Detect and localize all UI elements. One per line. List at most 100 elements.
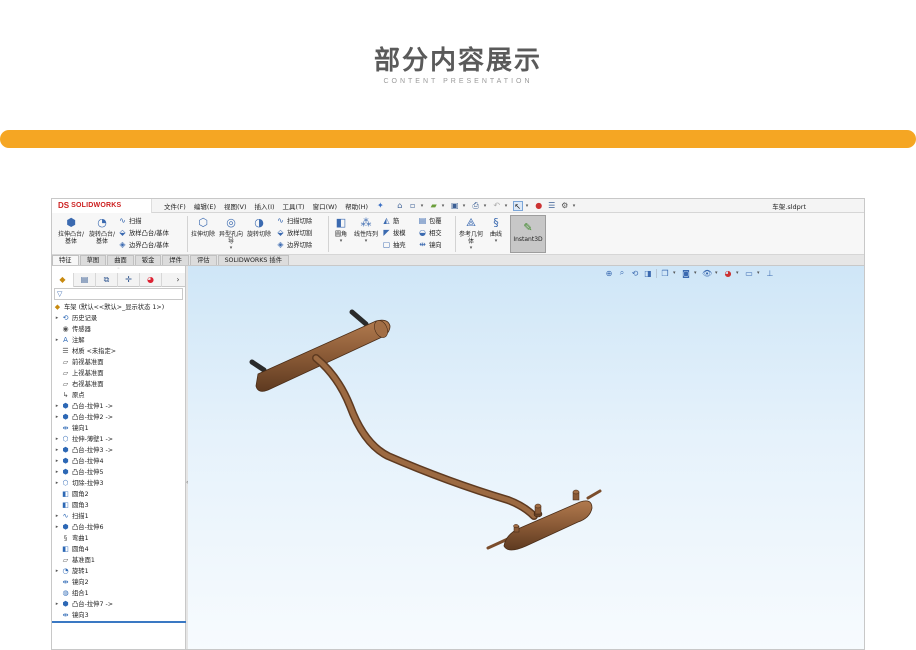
menu-help[interactable]: 帮助(H): [341, 201, 372, 211]
tree-node[interactable]: ◉ 传感器: [52, 324, 185, 335]
fillet-button[interactable]: ◧ 圆角 ▾: [331, 216, 351, 245]
sweep-button[interactable]: ∿ 扫描: [118, 216, 141, 225]
intersect-button[interactable]: ◒ 相交: [418, 228, 442, 237]
chevron-down-icon[interactable]: ▾: [458, 245, 484, 252]
chevron-down-icon[interactable]: ▾: [484, 203, 489, 209]
curves-button[interactable]: § 曲线 ▾: [486, 216, 506, 245]
tree-node[interactable]: ▱ 上视基准面: [52, 368, 185, 379]
tab-features[interactable]: 特征: [52, 255, 79, 265]
boundary-boss-button[interactable]: ◈ 边界凸台/基体: [118, 240, 168, 249]
tree-node[interactable]: ◧ 圆角4: [52, 544, 185, 555]
tree-node[interactable]: ▸ ⬢ 凸台-拉伸3 ->: [52, 445, 185, 456]
property-manager-tab-icon[interactable]: ▤: [74, 273, 96, 287]
menu-insert[interactable]: 插入(I): [251, 201, 279, 211]
sweep-cut-button[interactable]: ∿ 扫描切除: [276, 216, 312, 225]
file-properties-icon[interactable]: ☰: [547, 201, 557, 211]
display-manager-tab-icon[interactable]: ◕: [140, 273, 162, 287]
chevron-down-icon[interactable]: ▾: [526, 203, 531, 209]
tree-node[interactable]: ▸ ⟲ 历史记录: [52, 313, 185, 324]
tree-rollback-bar[interactable]: [52, 621, 186, 623]
chevron-down-icon[interactable]: ▾: [421, 203, 426, 209]
tab-sketch[interactable]: 草图: [79, 255, 107, 265]
tree-node[interactable]: ◧ 圆角3: [52, 500, 185, 511]
tree-node[interactable]: ▸ ⬢ 凸台-拉伸5: [52, 467, 185, 478]
left-crossbar[interactable]: [249, 309, 391, 392]
shell-button[interactable]: ▢ 抽壳: [382, 240, 406, 249]
tree-node[interactable]: ☰ 材质 <未指定>: [52, 346, 185, 357]
revolve-cut-button[interactable]: ◑ 旋转切除: [246, 216, 272, 238]
loft-button[interactable]: ⬙ 放样凸台/基体: [118, 228, 168, 237]
extrude-boss-button[interactable]: ⬢ 拉伸凸台/基体: [55, 216, 87, 245]
expand-arrow-icon[interactable]: ▸: [53, 456, 61, 467]
expand-arrow-icon[interactable]: ▸: [53, 445, 61, 456]
menu-tools[interactable]: 工具(T): [279, 201, 309, 211]
tree-node[interactable]: ▸ ⬢ 凸台-拉伸2 ->: [52, 412, 185, 423]
tree-filter[interactable]: ▽: [54, 288, 183, 300]
chevron-down-icon[interactable]: ▾: [463, 203, 468, 209]
tab-solidworks-addins[interactable]: SOLIDWORKS 插件: [217, 255, 290, 265]
dimxpert-tab-icon[interactable]: ✛: [118, 273, 140, 287]
tab-sheet-metal[interactable]: 钣金: [134, 255, 162, 265]
solidworks-logo[interactable]: DS SOLIDWORKS: [52, 199, 152, 213]
expand-arrow-icon[interactable]: ▸: [53, 511, 61, 522]
traffic-light-icon[interactable]: ●: [534, 201, 544, 211]
draft-button[interactable]: ◤ 拔模: [382, 228, 405, 237]
expand-arrow-icon[interactable]: ▸: [53, 313, 61, 324]
tree-node[interactable]: § 弯曲1: [52, 533, 185, 544]
tree-node[interactable]: ↳ 原点: [52, 390, 185, 401]
tree-root-part[interactable]: ◆ 车架 (默认<<默认>_显示状态 1>): [52, 302, 185, 313]
instant3d-button[interactable]: ✎ Instant3D: [510, 215, 546, 253]
tree-node[interactable]: ▸ ⬢ 凸台-拉伸7 ->: [52, 599, 185, 610]
options-gear-icon[interactable]: ⚙: [560, 201, 570, 211]
linear-pattern-button[interactable]: ⁂ 线性阵列 ▾: [354, 216, 378, 245]
expand-arrow-icon[interactable]: ▸: [53, 566, 61, 577]
tree-node[interactable]: ▸ ⬢ 凸台-拉伸1 ->: [52, 401, 185, 412]
graphics-viewport[interactable]: ⊕ ⌕ ⟲ ◨ ❒ ▾ ◙ ▾ 👁 ▾ ◕ ▾ ▭ ▾ ⊥: [188, 266, 864, 649]
expand-arrow-icon[interactable]: ▸: [53, 599, 61, 610]
wrap-button[interactable]: ▤ 包覆: [418, 216, 442, 225]
tree-node[interactable]: ▱ 基准面1: [52, 555, 185, 566]
pin-icon[interactable]: ✦: [372, 201, 389, 210]
extrude-cut-button[interactable]: ⬡ 拉伸切除: [190, 216, 216, 238]
expand-arrow-icon[interactable]: ▸: [53, 467, 61, 478]
chevron-down-icon[interactable]: ▾: [218, 245, 244, 252]
tree-node[interactable]: ◧ 圆角2: [52, 489, 185, 500]
chevron-right-icon[interactable]: ›: [171, 273, 185, 286]
expand-arrow-icon[interactable]: ▸: [53, 478, 61, 489]
menu-window[interactable]: 窗口(W): [309, 201, 342, 211]
chevron-down-icon[interactable]: ▾: [442, 203, 447, 209]
menu-edit[interactable]: 编辑(E): [190, 201, 220, 211]
center-spine[interactable]: [312, 354, 538, 520]
tree-node[interactable]: ▸ ⬡ 拉伸-薄壁1 ->: [52, 434, 185, 445]
chevron-down-icon[interactable]: ▾: [573, 203, 578, 209]
select-cursor-icon[interactable]: ↖: [512, 200, 523, 211]
tree-node[interactable]: ▸ ⬢ 凸台-拉伸4: [52, 456, 185, 467]
menu-file[interactable]: 文件(F): [160, 201, 190, 211]
expand-arrow-icon[interactable]: ▸: [53, 522, 61, 533]
home-icon[interactable]: ⌂: [395, 201, 405, 211]
undo-icon[interactable]: ↶: [492, 201, 502, 211]
tree-node[interactable]: ⇹ 镜向1: [52, 423, 185, 434]
expand-arrow-icon[interactable]: ▸: [53, 434, 61, 445]
tree-node[interactable]: ⇹ 镜向3: [52, 610, 185, 621]
chevron-down-icon[interactable]: ▾: [354, 238, 378, 245]
chevron-down-icon[interactable]: ▾: [505, 203, 510, 209]
expand-arrow-icon[interactable]: ▸: [53, 401, 61, 412]
configuration-manager-tab-icon[interactable]: ⧉: [96, 273, 118, 287]
feature-tree-tab-icon[interactable]: ◆: [52, 273, 74, 287]
tree-node[interactable]: ▱ 前视基准面: [52, 357, 185, 368]
chevron-down-icon[interactable]: ▾: [331, 238, 351, 245]
tree-node[interactable]: ▱ 右视基准面: [52, 379, 185, 390]
mirror-button[interactable]: ⇹ 镜向: [418, 240, 441, 249]
chevron-down-icon[interactable]: ▾: [486, 238, 506, 245]
tab-surfaces[interactable]: 曲面: [107, 255, 134, 265]
revolve-boss-button[interactable]: ◔ 旋转凸台/基体: [86, 216, 118, 245]
tree-node[interactable]: ◍ 组合1: [52, 588, 185, 599]
reference-geometry-button[interactable]: ⟁ 参考几何体 ▾: [458, 216, 484, 252]
print-icon[interactable]: ⎙: [471, 201, 481, 211]
tab-evaluate[interactable]: 评估: [189, 255, 217, 265]
menu-view[interactable]: 视图(V): [220, 201, 251, 211]
tree-node[interactable]: ▸ ⬢ 凸台-拉伸6: [52, 522, 185, 533]
open-folder-icon[interactable]: ▰: [429, 201, 439, 211]
expand-arrow-icon[interactable]: ▸: [53, 412, 61, 423]
